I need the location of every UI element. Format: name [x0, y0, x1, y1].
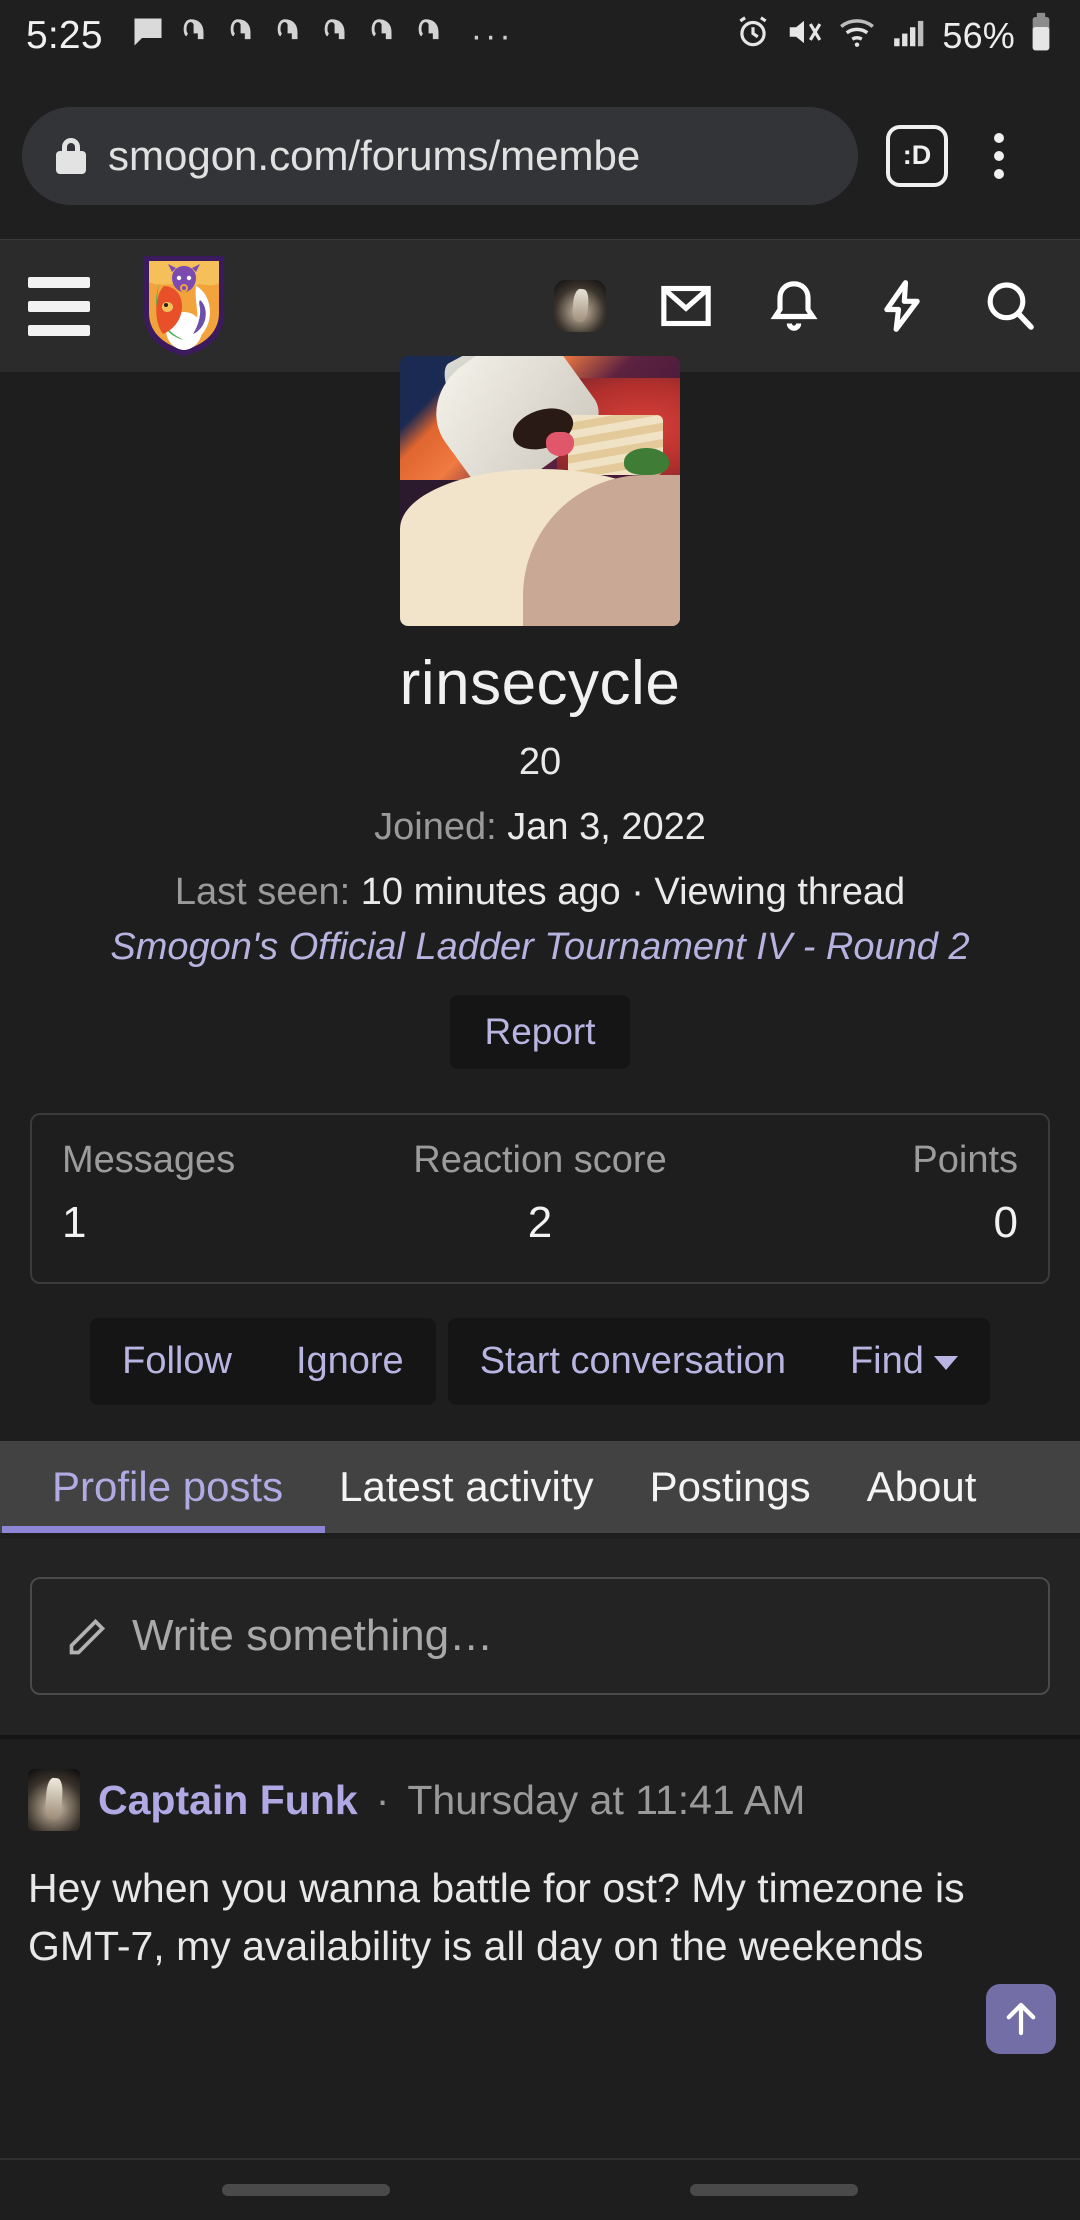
kebab-menu-icon[interactable] [968, 132, 1030, 179]
status-time: 5:25 [26, 14, 103, 57]
stat-points: Points 0 [699, 1139, 1018, 1248]
nav-pill-right[interactable] [690, 2184, 858, 2196]
start-conversation-button[interactable]: Start conversation [448, 1318, 818, 1405]
chat-bubble-icon [130, 14, 166, 59]
header-icon-row [554, 278, 1038, 334]
discord-icon [271, 15, 307, 58]
status-bar-left: 5:25 ··· [26, 14, 734, 59]
post-separator-dot: · [375, 1776, 390, 1823]
system-navigation-bar [0, 2158, 1080, 2220]
viewing-thread-row: Smogon's Official Ladder Tournament IV -… [0, 926, 1080, 969]
status-bar: 5:25 ··· 56% [0, 0, 1080, 72]
profile-avatar-image[interactable] [400, 356, 680, 626]
inbox-mail-icon[interactable] [658, 278, 714, 334]
post-author-link[interactable]: Captain Funk [98, 1777, 358, 1824]
discord-icon [365, 15, 401, 58]
ignore-button[interactable]: Ignore [264, 1318, 436, 1405]
captain-funk-avatar[interactable] [28, 1769, 80, 1831]
smogon-shield-logo[interactable] [140, 252, 228, 360]
scroll-to-top-button[interactable] [986, 1984, 1056, 2054]
bell-alerts-icon[interactable] [766, 278, 822, 334]
conversation-find-group: Start conversation Find [447, 1318, 990, 1405]
alarm-icon [734, 13, 772, 60]
page-title: rinsecycle [399, 649, 681, 718]
url-text: smogon.com/forums/membe [108, 131, 641, 179]
stat-label: Messages [62, 1139, 236, 1181]
joined-label: Joined: [374, 806, 497, 848]
find-dropdown-button[interactable]: Find [818, 1318, 990, 1405]
find-label: Find [849, 1340, 924, 1382]
last-seen-value: 10 minutes ago · Viewing thread [360, 871, 906, 913]
cellular-signal-icon [891, 13, 929, 60]
profile-action-bar: Follow Ignore Start conversation Find [0, 1318, 1080, 1405]
arrow-up-icon [1006, 2002, 1036, 2036]
profile-age: 20 [518, 741, 562, 783]
write-something-input[interactable]: Write something… [30, 1577, 1050, 1695]
stat-reaction-score: Reaction score 2 [381, 1139, 700, 1248]
discord-icon [412, 15, 448, 58]
profile-page: rinsecycle 20 Joined: Jan 3, 2022 Last s… [0, 356, 1080, 1976]
profile-post: Captain Funk · Thursday at 11:41 AM Hey … [0, 1739, 1080, 1976]
tab-latest-activity[interactable]: Latest activity [311, 1441, 621, 1533]
tab-switcher-button[interactable]: :D [886, 124, 948, 187]
nav-pill-left[interactable] [222, 2184, 390, 2196]
battery-icon [1028, 12, 1054, 61]
profile-stats-box: Messages 1 Reaction score 2 Points 0 [30, 1113, 1050, 1284]
stat-value: 0 [993, 1198, 1019, 1247]
follow-button[interactable]: Follow [90, 1318, 264, 1405]
status-overflow-icon: ··· [470, 16, 514, 55]
lightning-bolt-icon[interactable] [874, 278, 930, 334]
post-text: Hey when you wanna battle for ost? My ti… [28, 1865, 965, 1970]
profile-avatar-wrap [0, 356, 1080, 626]
discord-icon [318, 15, 354, 58]
chevron-down-icon [933, 1355, 958, 1370]
tab-profile-posts[interactable]: Profile posts [1, 1441, 326, 1533]
hamburger-menu-icon[interactable] [28, 276, 90, 336]
site-header [0, 240, 1080, 372]
profile-lastseen-row: Last seen: 10 minutes ago · Viewing thre… [0, 871, 1080, 914]
profile-tabs: Profile posts Latest activity Postings A… [0, 1441, 1080, 1533]
report-button[interactable]: Report [450, 995, 630, 1069]
follow-ignore-group: Follow Ignore [90, 1318, 436, 1405]
post-timestamp[interactable]: Thursday at 11:41 AM [407, 1777, 805, 1824]
stat-label: Reaction score [413, 1139, 667, 1181]
stat-value: 2 [527, 1198, 553, 1247]
wifi-icon [836, 13, 878, 60]
viewing-thread-link[interactable]: Smogon's Official Ladder Tournament IV -… [110, 926, 969, 968]
discord-icon [177, 15, 213, 58]
composer-section: Write something… [0, 1539, 1080, 1735]
tab-about[interactable]: About [839, 1441, 1005, 1533]
pencil-icon [66, 1614, 110, 1658]
post-header: Captain Funk · Thursday at 11:41 AM [28, 1769, 1052, 1831]
tab-postings[interactable]: Postings [622, 1441, 839, 1533]
stat-value: 1 [62, 1198, 87, 1247]
search-icon[interactable] [982, 278, 1038, 334]
user-avatar-icon[interactable] [554, 280, 606, 332]
status-bar-right: 56% [734, 12, 1054, 61]
discord-icon [224, 15, 260, 58]
browser-toolbar: smogon.com/forums/membe :D [0, 72, 1080, 240]
stat-label: Points [912, 1139, 1019, 1181]
phone-screen: 5:25 ··· 56% smogon.com/forums/membe:D … [0, 0, 1080, 2220]
stat-messages: Messages 1 [62, 1139, 381, 1248]
report-button-wrap: Report [0, 995, 1080, 1069]
joined-value: Jan 3, 2022 [507, 806, 706, 848]
lock-icon [56, 137, 86, 174]
battery-percent-label: 56% [942, 15, 1015, 56]
last-seen-label: Last seen: [174, 871, 351, 913]
mute-icon [785, 13, 823, 60]
write-placeholder: Write something… [132, 1611, 494, 1660]
profile-joined-row: Joined: Jan 3, 2022 [0, 806, 1080, 849]
url-bar[interactable]: smogon.com/forums/membe [22, 106, 858, 205]
